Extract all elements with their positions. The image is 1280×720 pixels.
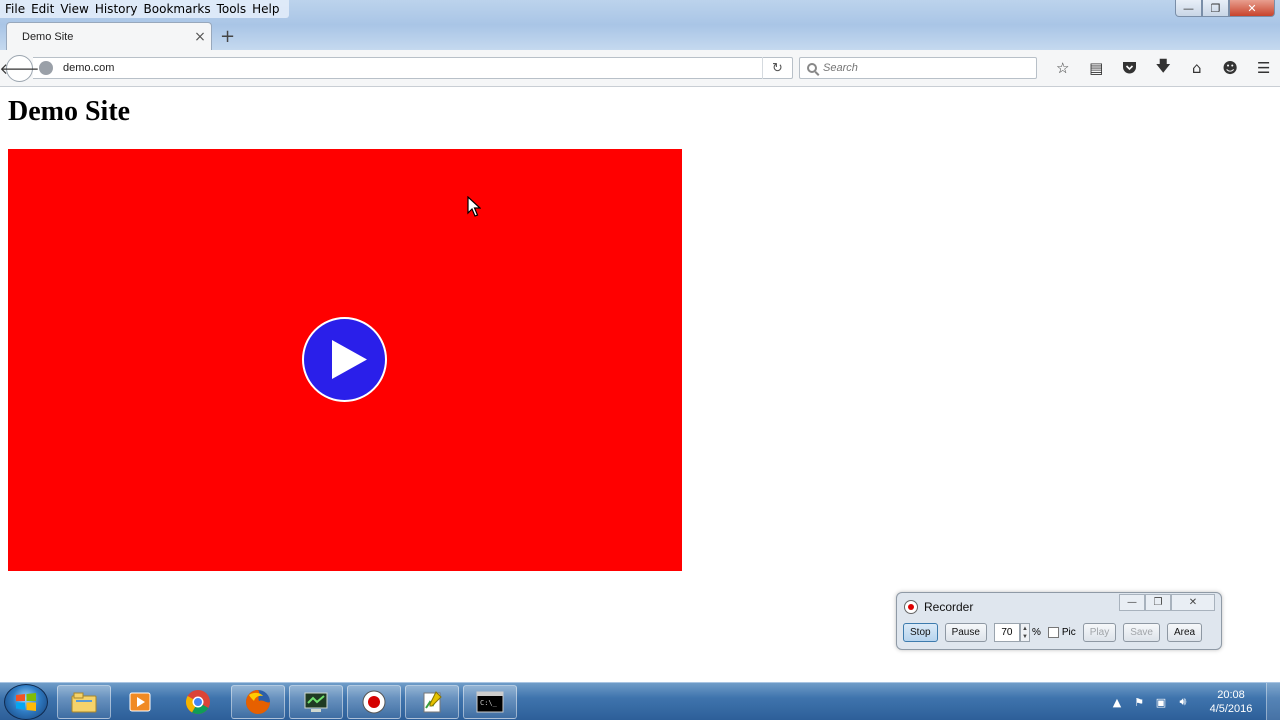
reading-list-icon[interactable]: ▤	[1080, 58, 1114, 78]
close-window-button[interactable]: ✕	[1229, 0, 1275, 17]
hello-icon[interactable]: ☻	[1214, 58, 1248, 78]
firefox-icon[interactable]	[231, 685, 285, 719]
pause-button[interactable]: Pause	[944, 623, 987, 642]
recorder-controls: Stop Pause 70 ▲ ▼ % Pic Play Save Area	[903, 621, 1215, 644]
minimize-button[interactable]: —	[1175, 0, 1202, 17]
menu-history[interactable]: History	[94, 1, 143, 18]
mouse-cursor-icon	[467, 196, 481, 217]
start-button[interactable]	[4, 684, 48, 720]
menu-icon[interactable]: ☰	[1247, 58, 1280, 78]
pic-checkbox[interactable]	[1047, 627, 1059, 638]
record-icon	[904, 600, 918, 614]
video-player[interactable]	[8, 149, 682, 571]
recorder-maximize-button[interactable]: ❐	[1145, 594, 1171, 611]
recorder-close-button[interactable]: ✕	[1171, 594, 1215, 611]
navigation-toolbar: demo.com ↻ 🡐 ☆ ▤ 🡇 ⌂ ☻ ☰	[0, 50, 1280, 87]
menu-bar: File Edit View History Bookmarks Tools H…	[0, 0, 289, 18]
search-input[interactable]	[823, 62, 1036, 74]
zoom-percent-label: %	[1031, 627, 1041, 638]
network-icon[interactable]: ▣	[1150, 693, 1172, 711]
area-button[interactable]: Area	[1167, 623, 1203, 642]
search-icon	[807, 63, 817, 73]
clock-time: 20:08	[1217, 689, 1245, 701]
screen-capture-icon[interactable]	[289, 685, 343, 719]
menu-tools[interactable]: Tools	[216, 1, 252, 18]
site-identity-icon[interactable]	[39, 61, 53, 75]
tab-close-icon[interactable]: ×	[189, 29, 211, 45]
windows-logo-icon	[16, 693, 36, 711]
zoom-input[interactable]: 70	[993, 623, 1020, 642]
show-desktop-button[interactable]	[1266, 683, 1280, 720]
clock-date: 4/5/2016	[1209, 703, 1253, 715]
reload-button[interactable]: ↻	[762, 57, 792, 79]
recorder-minimize-button[interactable]: —	[1119, 594, 1145, 611]
tab-demo-site[interactable]: Demo Site ×	[6, 22, 212, 50]
chrome-icon[interactable]	[171, 685, 225, 719]
page-title: Demo Site	[8, 96, 131, 127]
play-recording-button[interactable]: Play	[1082, 623, 1117, 642]
show-hidden-icons-icon[interactable]: ▲	[1106, 693, 1128, 711]
volume-icon[interactable]: 🔊︎	[1172, 693, 1194, 711]
url-bar[interactable]: demo.com ↻	[33, 57, 793, 79]
back-button[interactable]: 🡐	[0, 55, 40, 82]
recorder-app-icon[interactable]	[347, 685, 401, 719]
system-tray: ▲ ⚑ ▣ 🔊︎ 20:08 4/5/2016	[1106, 683, 1280, 720]
svg-text:C:\_: C:\_	[480, 699, 498, 707]
command-prompt-icon[interactable]: C:\_	[463, 685, 517, 719]
tab-title: Demo Site	[22, 30, 74, 43]
play-icon	[332, 340, 367, 379]
recorder-window-controls: — ❐ ✕	[1119, 594, 1215, 611]
menu-bookmarks[interactable]: Bookmarks	[143, 1, 216, 18]
recorder-title: Recorder	[924, 600, 974, 614]
recorder-window[interactable]: Recorder — ❐ ✕ Stop Pause 70 ▲ ▼ % Pic Pl…	[896, 592, 1222, 650]
clock[interactable]: 20:08 4/5/2016	[1200, 688, 1262, 716]
windows-taskbar: C:\_ ▲ ⚑ ▣ 🔊︎ 20:08 4/5/2016	[0, 682, 1280, 720]
zoom-stepper[interactable]: ▲ ▼	[1019, 623, 1030, 642]
menu-edit[interactable]: Edit	[30, 1, 59, 18]
url-text[interactable]: demo.com	[63, 62, 762, 74]
window-controls: — ❐ ✕	[1175, 0, 1275, 17]
menu-view[interactable]: View	[59, 1, 93, 18]
pocket-icon[interactable]	[1113, 58, 1147, 78]
home-icon[interactable]: ⌂	[1180, 58, 1214, 78]
browser-titlebar: File Edit View History Bookmarks Tools H…	[0, 0, 1280, 50]
media-player-icon[interactable]	[113, 685, 167, 719]
downloads-icon[interactable]: 🡇	[1147, 57, 1181, 78]
pic-label: Pic	[1061, 627, 1076, 638]
pic-checkbox-wrapper[interactable]: Pic	[1047, 627, 1076, 638]
action-center-flag-icon[interactable]: ⚑	[1128, 693, 1150, 711]
notepad-icon[interactable]	[405, 685, 459, 719]
stop-button[interactable]: Stop	[903, 623, 938, 642]
toolbar-icons: ☆ ▤ 🡇 ⌂ ☻ ☰	[1046, 57, 1280, 78]
bookmark-star-icon[interactable]: ☆	[1046, 58, 1080, 78]
play-button[interactable]	[302, 317, 387, 402]
search-bar[interactable]	[799, 57, 1037, 79]
menu-help[interactable]: Help	[251, 1, 284, 18]
save-button[interactable]: Save	[1123, 623, 1160, 642]
maximize-button[interactable]: ❐	[1202, 0, 1229, 17]
new-tab-button[interactable]: +	[220, 26, 235, 47]
file-explorer-icon[interactable]	[57, 685, 111, 719]
menu-file[interactable]: File	[4, 1, 30, 18]
